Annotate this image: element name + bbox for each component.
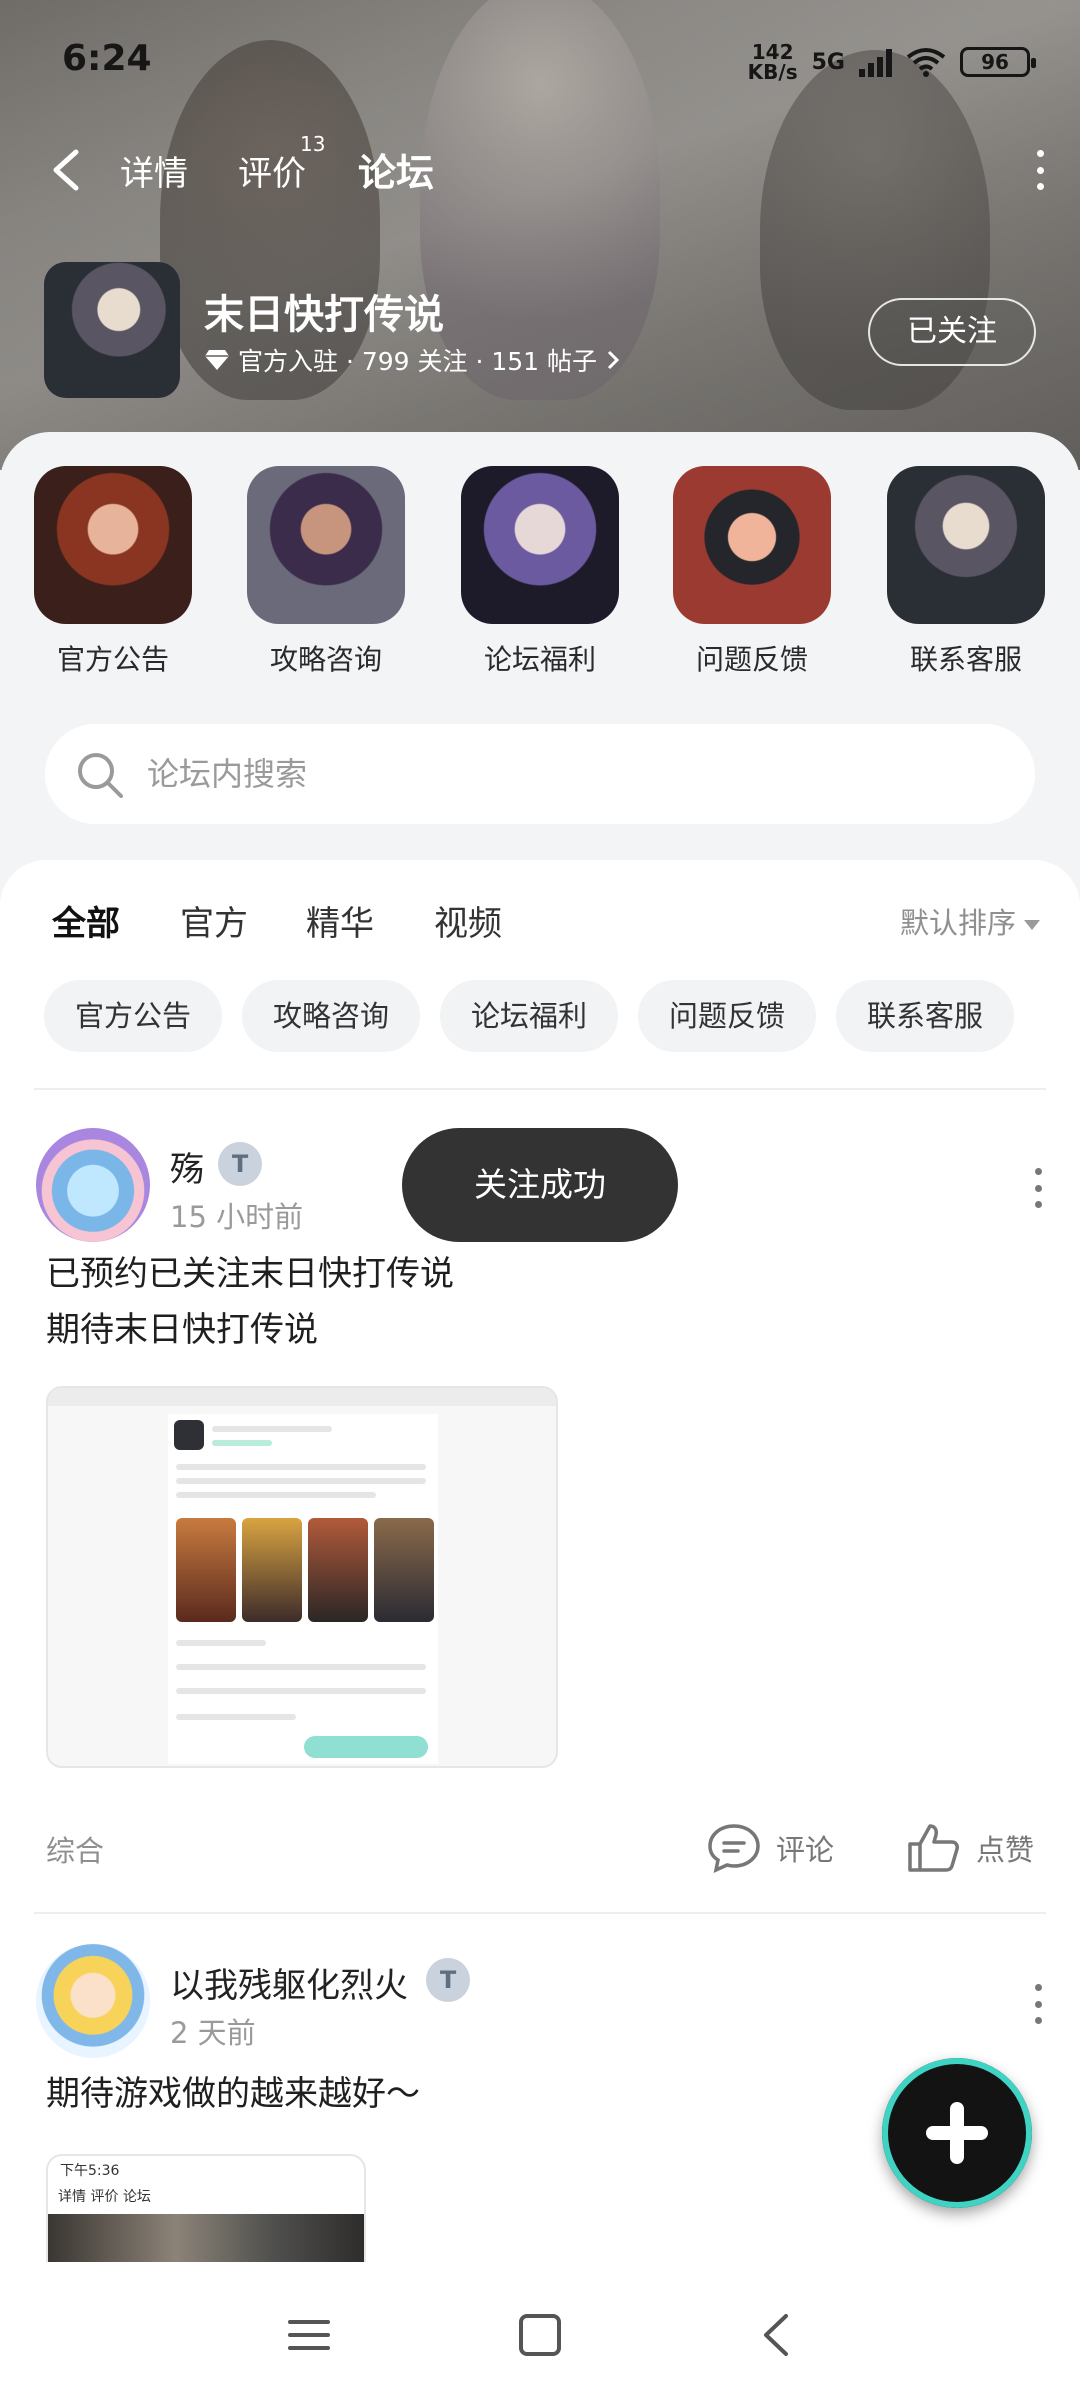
home-square-icon[interactable] (515, 2310, 565, 2360)
game-stats: 官方入驻 · 799 关注 · 151 帖子 (238, 347, 598, 376)
divider (34, 1912, 1046, 1914)
system-navigation-bar (0, 2262, 1080, 2400)
feed-tab-official[interactable]: 官方 (180, 896, 248, 945)
status-bar: 6:24 142 KB/s 5G 96 (62, 38, 1036, 88)
feed-tab-label: 全部 (52, 904, 120, 944)
signal-type: 5G (811, 49, 845, 75)
network-speed-value: 142 (751, 40, 794, 64)
back-triangle-icon[interactable] (752, 2310, 802, 2360)
chip-support[interactable]: 联系客服 (836, 980, 1014, 1052)
post-username[interactable]: 以我残躯化烈火 (170, 1958, 408, 2007)
post-text-line: 已预约已关注末日快打传说 (46, 1254, 454, 1294)
signal-bars-icon (859, 47, 892, 77)
plus-icon-vertical (950, 2102, 964, 2164)
category-feedback[interactable]: 问题反馈 (672, 466, 832, 678)
screenshot-time: 下午5:36 (60, 2163, 120, 2179)
category-image (461, 466, 619, 624)
post-footer: 综合 评论 点赞 (46, 1818, 1034, 1878)
feed-tabs: 全部 官方 精华 视频 默认排序 (52, 896, 1040, 956)
forum-search-bar[interactable] (45, 724, 1035, 824)
post-time: 2 天前 (170, 2016, 256, 2050)
sort-label: 默认排序 (899, 906, 1016, 940)
post-time: 15 小时前 (170, 1200, 304, 1234)
post-text-line: 期待末日快打传说 (46, 1310, 318, 1350)
category-label: 攻略咨询 (269, 643, 382, 676)
tab-forum[interactable]: 论坛 (358, 142, 435, 207)
user-level-badge: T (218, 1142, 262, 1186)
toast-message: 关注成功 (402, 1128, 678, 1242)
battery-icon: 96 (960, 47, 1036, 77)
chevron-right-icon (607, 350, 620, 370)
post-image[interactable]: 下午5:36 详情 评价 论坛 (46, 2154, 366, 2272)
more-vertical-icon[interactable] (1030, 150, 1050, 190)
game-header: 末日快打传说 官方入驻 · 799 关注 · 151 帖子 已关注 (44, 262, 1036, 402)
category-guides[interactable]: 攻略咨询 (246, 466, 406, 678)
caret-down-icon (1024, 920, 1040, 930)
status-time: 6:24 (62, 38, 152, 79)
new-post-button[interactable] (882, 2058, 1032, 2208)
back-arrow-icon[interactable] (48, 148, 88, 192)
network-speed: 142 KB/s (748, 42, 798, 82)
network-speed-unit: KB/s (747, 60, 798, 84)
divider (34, 1088, 1046, 1090)
like-button[interactable]: 点赞 (906, 1818, 1034, 1878)
post-image[interactable] (46, 1386, 558, 1768)
category-label: 联系客服 (909, 643, 1022, 676)
category-shortcuts: 官方公告 攻略咨询 论坛福利 问题反馈 联系客服 (0, 466, 1080, 686)
category-image (673, 466, 831, 624)
chip-guides[interactable]: 攻略咨询 (242, 980, 420, 1052)
category-support[interactable]: 联系客服 (886, 466, 1046, 678)
post-username[interactable]: 殇 (170, 1142, 204, 1191)
like-label: 点赞 (975, 1833, 1034, 1867)
feed-tab-video[interactable]: 视频 (434, 896, 502, 945)
menu-icon[interactable] (284, 2310, 334, 2360)
reviews-count-badge: 13 (300, 132, 326, 156)
category-label: 问题反馈 (695, 643, 808, 676)
sort-dropdown[interactable]: 默认排序 (900, 900, 1040, 942)
thumbs-up-icon (908, 1824, 959, 1872)
category-label: 论坛福利 (483, 643, 596, 676)
screenshot-tabs: 详情 评价 论坛 (58, 2189, 151, 2205)
comment-button[interactable]: 评论 (706, 1818, 834, 1878)
top-nav: 详情 评价 13 论坛 (48, 132, 1050, 207)
post-feed: 全部 官方 精华 视频 默认排序 官方公告 攻略咨询 论坛福利 问题反馈 联系客… (0, 860, 1080, 2272)
avatar[interactable] (36, 1128, 150, 1242)
chip-benefits[interactable]: 论坛福利 (440, 980, 618, 1052)
tab-reviews[interactable]: 评价 (238, 146, 306, 195)
category-image (887, 466, 1045, 624)
post-tag[interactable]: 综合 (46, 1828, 104, 1870)
game-title: 末日快打传说 (204, 292, 444, 338)
category-label: 官方公告 (56, 643, 169, 676)
forum-sheet: 官方公告 攻略咨询 论坛福利 问题反馈 联系客服 全部 (0, 432, 1080, 2272)
post-more-icon[interactable] (1032, 1984, 1044, 2024)
post-text-line: 期待游戏做的越来越好～ (46, 2074, 420, 2114)
category-image (34, 466, 192, 624)
comment-icon (708, 1824, 760, 1874)
wifi-icon (906, 48, 946, 77)
search-icon (78, 753, 123, 798)
filter-chips: 官方公告 攻略咨询 论坛福利 问题反馈 联系客服 (44, 980, 1050, 1052)
chip-announcement[interactable]: 官方公告 (44, 980, 222, 1052)
search-input[interactable] (145, 724, 1005, 824)
user-level-badge: T (426, 1958, 470, 2002)
category-image (247, 466, 405, 624)
game-icon[interactable] (44, 262, 180, 398)
tab-forum-label: 论坛 (358, 151, 435, 195)
tab-details[interactable]: 详情 (120, 146, 188, 195)
post-more-icon[interactable] (1032, 1168, 1044, 1208)
avatar[interactable] (36, 1944, 150, 2058)
follow-button[interactable]: 已关注 (868, 298, 1036, 366)
category-announcement[interactable]: 官方公告 (33, 466, 193, 678)
chip-feedback[interactable]: 问题反馈 (638, 980, 816, 1052)
diamond-icon (205, 350, 229, 370)
comment-label: 评论 (775, 1833, 834, 1867)
feed-tab-all[interactable]: 全部 (52, 896, 120, 949)
game-banner: 6:24 142 KB/s 5G 96 详情 评价 13 论坛 末日快打传说 官… (0, 0, 1080, 470)
game-meta[interactable]: 官方入驻 · 799 关注 · 151 帖子 (204, 342, 621, 378)
feed-tab-featured[interactable]: 精华 (306, 896, 374, 945)
category-benefits[interactable]: 论坛福利 (460, 466, 620, 678)
status-icons: 142 KB/s 5G 96 (748, 42, 1036, 82)
